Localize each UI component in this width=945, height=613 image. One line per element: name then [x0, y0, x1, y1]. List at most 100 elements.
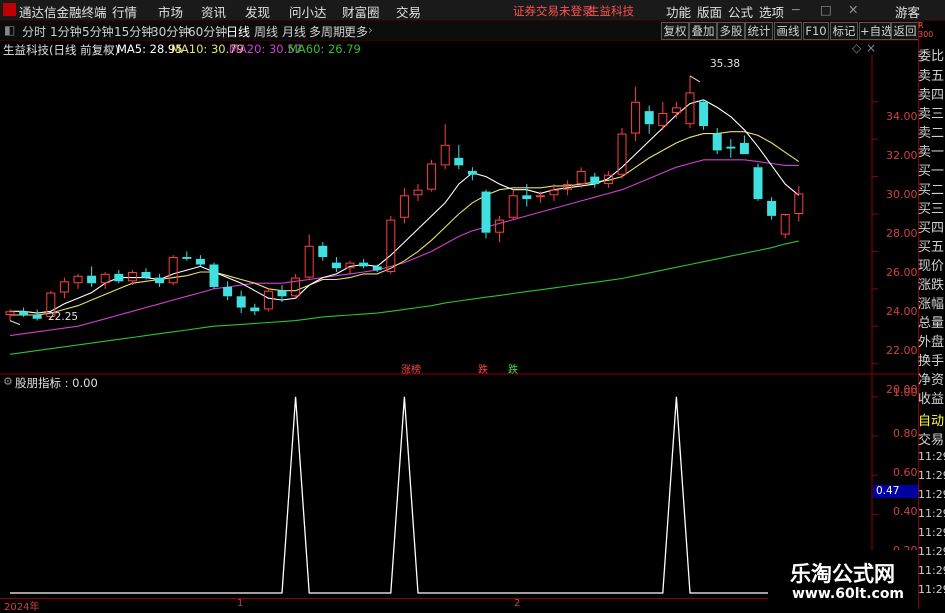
time-tick: 1	[237, 598, 244, 609]
candle	[345, 260, 355, 274]
app-logo-icon	[3, 3, 16, 16]
sidebar-toggle-icon[interactable]: ◧	[4, 23, 15, 37]
candle	[168, 255, 178, 286]
menu-item-banmian[interactable]: 版面	[697, 2, 722, 21]
multi-stock-button[interactable]: 多股	[717, 22, 745, 40]
tab-1min[interactable]: 1分钟	[50, 23, 82, 40]
menu-item-faxian[interactable]: 发现	[245, 2, 270, 21]
menu-item-jiaoyi[interactable]: 交易	[396, 2, 421, 21]
candle	[617, 127, 627, 179]
candle-body-up	[263, 290, 273, 310]
quote-label-buy2: 买二	[918, 183, 945, 198]
tab-15min[interactable]: 15分钟	[114, 23, 153, 40]
candle-body-down	[726, 146, 736, 149]
ma60-series	[9, 240, 799, 355]
trade-label[interactable]: 交易	[918, 429, 945, 448]
candlestick-chart[interactable]	[0, 55, 918, 373]
price-tick: 28.00	[886, 227, 918, 240]
statistics-button[interactable]: 统计	[745, 22, 773, 40]
candle-body-up	[440, 144, 450, 166]
candle-body-down	[699, 101, 709, 127]
menu-item-hangqing[interactable]: 行情	[112, 2, 137, 21]
candle	[794, 185, 804, 222]
add-watchlist-button[interactable]: +自选	[859, 22, 893, 40]
trade-time: 11:29	[918, 469, 945, 482]
tab-more[interactable]: 更多	[344, 23, 368, 40]
legend-settings-icon[interactable]: ⚙	[104, 42, 114, 56]
candle-body-up	[304, 245, 314, 278]
tab-5min[interactable]: 5分钟	[82, 23, 114, 40]
back-button[interactable]: 返回	[891, 22, 919, 40]
more-chevron-icon[interactable]: ›	[368, 23, 373, 37]
close-icon[interactable]: ✕	[848, 2, 858, 17]
candle	[739, 135, 749, 155]
trade-time: 11:29	[918, 507, 945, 520]
trade-time: 11:29	[918, 488, 945, 501]
indicator-tick: 1.00	[893, 386, 918, 399]
price-tick: 22.00	[886, 344, 918, 357]
overlay-button[interactable]: 叠加	[689, 22, 717, 40]
login-notice[interactable]: 证券交易未登录	[513, 3, 594, 19]
candle-body-down	[87, 275, 97, 284]
tab-weekly[interactable]: 周线	[254, 23, 278, 40]
menu-item-caifuquan[interactable]: 财富圈	[342, 2, 380, 21]
time-tick: 2024年	[4, 602, 40, 613]
menu-item-gongshi[interactable]: 公式	[728, 2, 753, 21]
low-price-label: 22.25	[48, 311, 79, 323]
candle-body-down	[644, 111, 654, 125]
price-tick: 30.00	[886, 188, 918, 201]
tab-60min[interactable]: 60分钟	[188, 23, 227, 40]
tab-daily[interactable]: 日线	[226, 23, 250, 40]
candle	[291, 273, 301, 299]
candle	[359, 258, 369, 269]
candle-body-up	[495, 219, 505, 233]
candle-body-down	[739, 142, 749, 155]
minimize-icon[interactable]: ─	[792, 2, 800, 17]
menu-item-wenxiaoda[interactable]: 问小达	[289, 2, 327, 21]
candle-body-down	[182, 257, 192, 259]
candle	[32, 309, 42, 321]
chart-close-icon[interactable]: ×	[866, 41, 876, 55]
quote-label-sell1: 卖一	[918, 145, 945, 160]
candle-body-up	[617, 133, 627, 175]
candle-body-up	[658, 112, 668, 127]
f10-button[interactable]: F10	[803, 22, 829, 40]
mark-button[interactable]: 标记	[830, 22, 858, 40]
fuquan-button[interactable]: 复权	[661, 22, 689, 40]
maximize-icon[interactable]: □	[820, 2, 832, 17]
guest-button[interactable]: 游客	[895, 2, 920, 21]
candle-body-down	[712, 133, 722, 151]
candle-body-up	[59, 281, 69, 293]
candle	[331, 257, 341, 272]
candle-body-up	[427, 163, 437, 190]
candle-body-down	[318, 245, 328, 258]
candle-body-down	[236, 296, 246, 308]
tab-30min[interactable]: 30分钟	[151, 23, 190, 40]
candle	[644, 105, 654, 134]
quote-label-outer: 外盘	[918, 335, 945, 350]
tab-multi-period[interactable]: 多周期	[309, 23, 345, 40]
quote-label-netasset: 净资	[918, 373, 945, 388]
time-tick: 2	[514, 598, 521, 609]
trade-auto-label[interactable]: 自动	[918, 410, 945, 429]
menu-item-gongneng[interactable]: 功能	[666, 2, 691, 21]
high-pointer	[689, 75, 701, 83]
price-tick: 24.00	[886, 305, 918, 318]
quote-label-weibi: 委比	[918, 49, 945, 64]
indicator-tick: 0.80	[893, 427, 918, 440]
candle	[195, 255, 205, 267]
price-gridlines	[872, 101, 878, 365]
candle	[59, 277, 69, 299]
draw-line-button[interactable]: 画线	[774, 22, 802, 40]
price-tick: 32.00	[886, 149, 918, 162]
menu-item-xuanxiang[interactable]: 选项	[759, 2, 784, 21]
menu-item-zixun[interactable]: 资讯	[201, 2, 226, 21]
tab-monthly[interactable]: 月线	[282, 23, 306, 40]
candle	[73, 273, 83, 289]
candle	[671, 101, 681, 119]
candle-body-down	[454, 157, 464, 166]
chart-shape-icon[interactable]: ◇	[852, 41, 861, 55]
menu-item-shichang[interactable]: 市场	[158, 2, 183, 21]
tab-fenshi[interactable]: 分时	[22, 23, 46, 40]
candle-body-down	[590, 176, 600, 185]
